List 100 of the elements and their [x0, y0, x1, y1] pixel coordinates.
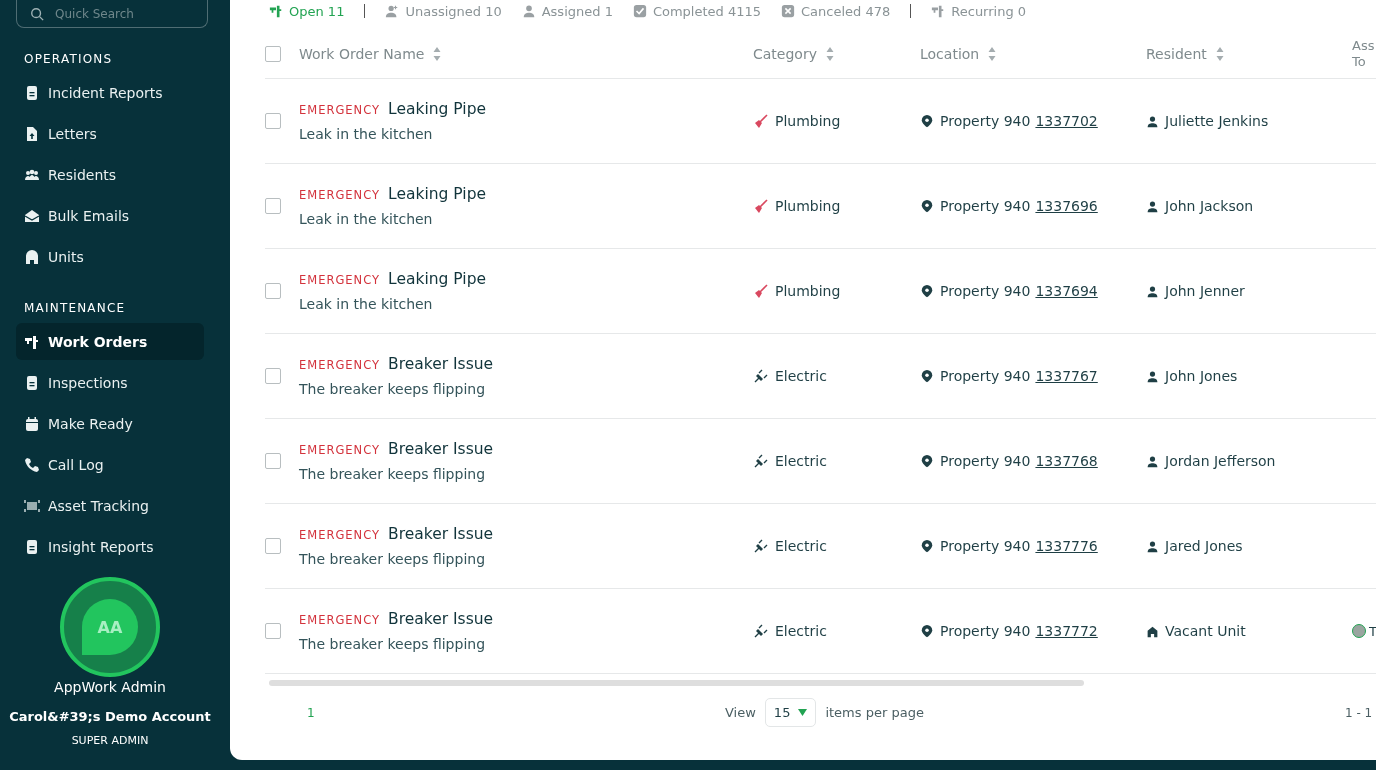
resident-cell: Jared Jones — [1165, 538, 1243, 554]
sidebar-item[interactable]: Work Orders — [16, 323, 204, 360]
property-name: Property 940 — [940, 113, 1031, 129]
sidebar-item[interactable]: Make Ready — [16, 405, 204, 442]
checkbox[interactable] — [265, 368, 281, 384]
priority-label: EMERGENCY — [299, 103, 381, 117]
sort-icon[interactable] — [825, 46, 834, 62]
work-order-title[interactable]: Breaker Issue — [388, 440, 494, 458]
account-name: Carol&#39;s Demo Account — [9, 709, 211, 724]
resident-cell: John Jenner — [1165, 283, 1245, 299]
checkbox[interactable] — [265, 113, 281, 129]
calendar-icon — [24, 415, 40, 432]
work-order-description: Leak in the kitchen — [299, 296, 433, 312]
category-cell: Electric — [775, 453, 827, 469]
property-name: Property 940 — [940, 453, 1031, 469]
location-pin-icon — [920, 199, 934, 213]
sort-icon[interactable] — [988, 46, 997, 62]
checkbox[interactable] — [265, 198, 281, 214]
column-header[interactable]: Resident — [1146, 46, 1207, 62]
checkbox[interactable] — [265, 283, 281, 299]
user-role: SUPER ADMIN — [71, 734, 149, 747]
property-name: Property 940 — [940, 198, 1031, 214]
sidebar-item[interactable]: Inspections — [16, 364, 204, 401]
priority-label: EMERGENCY — [299, 613, 381, 627]
work-order-title[interactable]: Breaker Issue — [388, 355, 494, 373]
horizontal-scrollbar[interactable] — [269, 680, 1084, 686]
work-order-description: The breaker keeps flipping — [299, 381, 486, 397]
checkbox[interactable] — [265, 623, 281, 639]
category-cell: Plumbing — [775, 113, 841, 129]
column-header: Ass To — [1352, 38, 1376, 70]
property-name: Property 940 — [940, 538, 1031, 554]
work-order-title[interactable]: Leaking Pipe — [388, 185, 487, 203]
assignee-avatar — [1352, 624, 1366, 638]
sidebar-item[interactable]: Asset Tracking — [16, 487, 204, 524]
person-icon — [1146, 199, 1159, 213]
sidebar-item[interactable]: Units — [16, 238, 204, 275]
location-pin-icon — [920, 454, 934, 468]
unit-link[interactable]: 1337768 — [1035, 453, 1098, 469]
sidebar-item[interactable]: Residents — [16, 156, 204, 193]
work-order-description: The breaker keeps flipping — [299, 636, 486, 652]
category-cell: Electric — [775, 538, 827, 554]
location-pin-icon — [920, 284, 934, 298]
section-heading: OPERATIONS — [23, 52, 114, 66]
checkbox[interactable] — [265, 453, 281, 469]
sidebar-item[interactable]: Call Log — [16, 446, 204, 483]
location-pin-icon — [920, 369, 934, 383]
unit-link[interactable]: 1337696 — [1035, 198, 1098, 214]
section-heading: MAINTENANCE — [23, 301, 127, 315]
person-icon — [1146, 454, 1159, 468]
plug-icon — [753, 538, 769, 554]
unit-link[interactable]: 1337772 — [1035, 623, 1098, 639]
priority-label: EMERGENCY — [299, 358, 381, 372]
work-order-description: Leak in the kitchen — [299, 126, 433, 142]
sort-icon[interactable] — [1215, 46, 1224, 62]
person-icon — [521, 4, 536, 18]
location-pin-icon — [920, 539, 934, 553]
priority-label: EMERGENCY — [299, 443, 381, 457]
document-icon — [24, 538, 40, 555]
sidebar-item[interactable]: Bulk Emails — [16, 197, 204, 234]
sidebar-item[interactable]: Letters — [16, 115, 204, 152]
caret-icon — [798, 709, 808, 716]
plunger-icon — [753, 113, 769, 129]
plug-icon — [753, 368, 769, 384]
work-order-title[interactable]: Breaker Issue — [388, 525, 494, 543]
sort-icon[interactable] — [433, 46, 442, 62]
plunger-icon — [753, 198, 769, 214]
person-icon — [1146, 284, 1159, 298]
resident-cell: Juliette Jenkins — [1165, 113, 1269, 129]
person-plus-icon — [385, 4, 400, 18]
unit-link[interactable]: 1337702 — [1035, 113, 1098, 129]
per-page-select[interactable]: 15 — [764, 698, 817, 727]
unit-link[interactable]: 1337776 — [1035, 538, 1098, 554]
plug-icon — [753, 623, 769, 639]
barcode-icon — [24, 497, 40, 514]
property-name: Property 940 — [940, 368, 1031, 384]
per-page-label: items per page — [825, 705, 924, 720]
search-icon — [30, 7, 44, 21]
resident-cell: Jordan Jefferson — [1165, 453, 1276, 469]
unit-link[interactable]: 1337694 — [1035, 283, 1098, 299]
column-header[interactable]: Category — [753, 46, 817, 62]
sidebar-item[interactable]: Incident Reports — [16, 74, 204, 111]
person-icon — [1146, 114, 1159, 128]
column-header[interactable]: Work Order Name — [299, 46, 425, 62]
document-icon — [24, 84, 40, 101]
work-order-title[interactable]: Leaking Pipe — [388, 270, 487, 288]
work-order-description: Leak in the kitchen — [299, 211, 433, 227]
work-order-description: The breaker keeps flipping — [299, 551, 486, 567]
category-cell: Electric — [775, 368, 827, 384]
house-icon — [24, 248, 40, 265]
sidebar-item[interactable]: Insight Reports — [16, 528, 204, 565]
work-order-title[interactable]: Breaker Issue — [388, 610, 494, 628]
document-icon — [24, 374, 40, 391]
priority-label: EMERGENCY — [299, 528, 381, 542]
tools-icon — [269, 4, 283, 18]
checkbox[interactable] — [265, 538, 281, 554]
work-order-title[interactable]: Leaking Pipe — [388, 100, 487, 118]
column-header[interactable]: Location — [920, 46, 980, 62]
search-field[interactable]: Quick Search — [16, 0, 208, 28]
unit-link[interactable]: 1337767 — [1035, 368, 1098, 384]
checkbox[interactable] — [265, 46, 281, 62]
